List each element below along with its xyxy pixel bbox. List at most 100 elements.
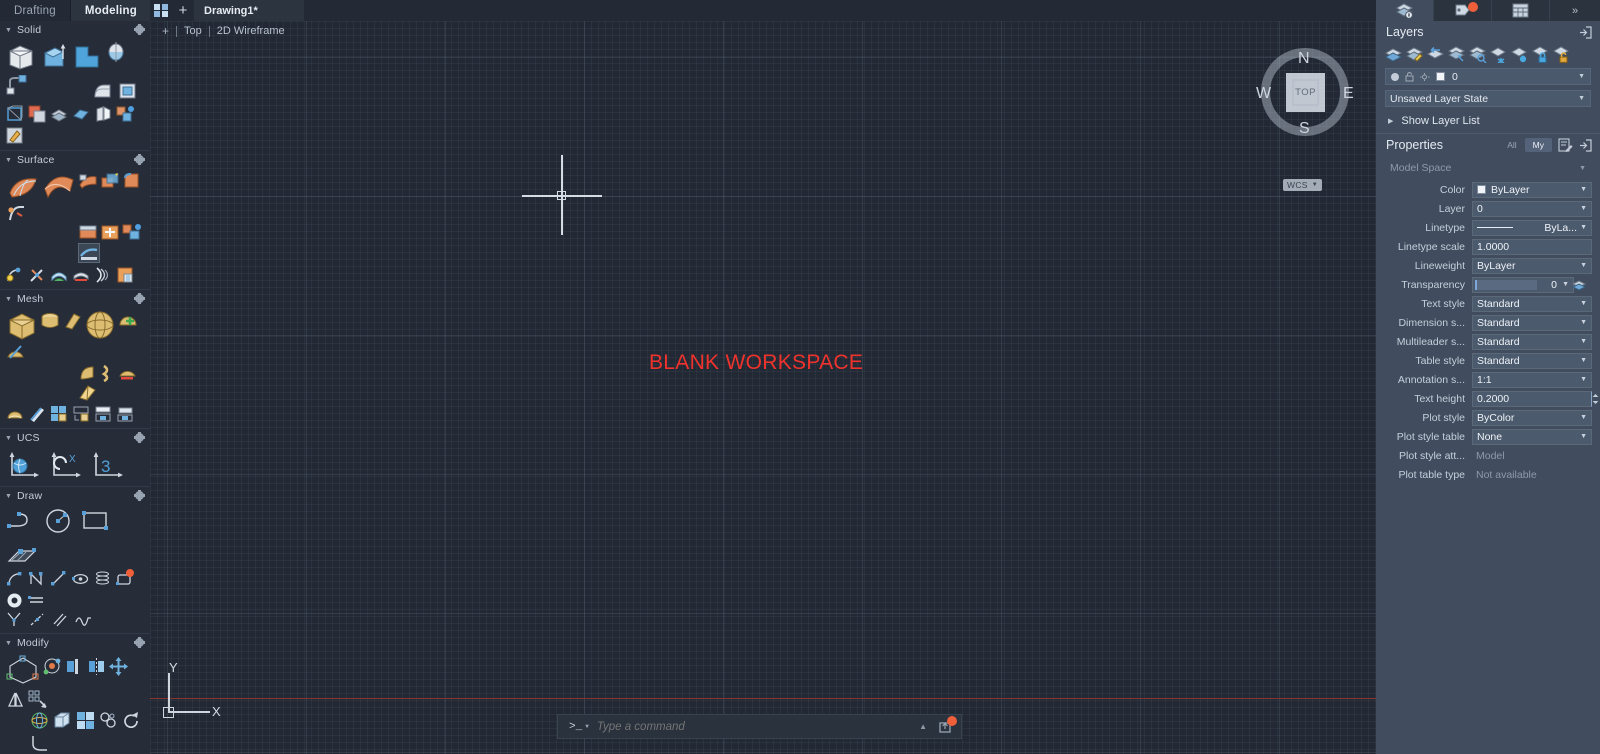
chevron-up-icon[interactable]: ▲ — [909, 722, 937, 731]
tab-layers-properties[interactable] — [1376, 0, 1434, 21]
draft-analysis-icon[interactable] — [94, 266, 112, 284]
layer-freeze-icon[interactable] — [1489, 46, 1508, 63]
property-value-text-style[interactable]: Standard ▼ — [1472, 295, 1592, 312]
spline-icon[interactable] — [75, 611, 92, 628]
layer-lock-icon[interactable] — [1531, 46, 1550, 63]
presspull-icon[interactable] — [72, 41, 102, 71]
property-value-transparency[interactable]: 0 ▼ — [1472, 276, 1574, 293]
command-prompt-icon[interactable]: >_ ▼ — [558, 721, 597, 733]
property-value-lineweight[interactable]: ByLayer ▼ — [1472, 257, 1592, 274]
gear-icon[interactable] — [133, 292, 145, 304]
layer-match-icon[interactable] — [1447, 46, 1466, 63]
ucs-rotate-axis-icon[interactable]: X — [48, 451, 82, 481]
property-value-plot-style-table[interactable]: None ▼ — [1472, 428, 1592, 445]
viewport-controls-button[interactable]: + — [160, 24, 176, 38]
mesh-cone-icon[interactable] — [78, 364, 97, 382]
chevron-down-icon[interactable]: ▼ — [1580, 300, 1587, 307]
grid-layout-icon[interactable] — [150, 0, 172, 21]
wcs-selector[interactable]: WCS ▼ — [1283, 179, 1322, 191]
union-icon[interactable] — [28, 105, 46, 123]
solid-edit-face-icon[interactable] — [76, 711, 95, 730]
ellipse-icon[interactable] — [72, 570, 89, 587]
property-value-layer[interactable]: 0 ▼ — [1472, 200, 1592, 217]
property-value-multileader-style[interactable]: Standard ▼ — [1472, 333, 1592, 350]
command-line[interactable]: >_ ▼ ▲ — [557, 714, 962, 739]
spinner-stepper-icon[interactable] — [1592, 393, 1599, 405]
3d-rotate-icon[interactable] — [43, 657, 62, 685]
extrude-face-icon[interactable] — [53, 711, 72, 730]
viewport-visualstyle-label[interactable]: 2D Wireframe — [208, 25, 292, 37]
tool-group-mesh-header[interactable]: ▼ Mesh — [0, 290, 150, 308]
chevron-double-right-icon[interactable]: » — [1550, 0, 1600, 21]
circle-icon[interactable] — [43, 508, 73, 534]
subtract-icon[interactable] — [50, 105, 68, 123]
mesh-wedge-icon[interactable] — [63, 311, 82, 340]
property-value-plot-style[interactable]: ByColor ▼ — [1472, 409, 1592, 426]
layer-state-selector[interactable]: Unsaved Layer State ▼ — [1385, 90, 1591, 107]
tool-group-modify-header[interactable]: ▼ Modify — [0, 634, 150, 652]
tool-group-surface-header[interactable]: ▼ Surface — [0, 151, 150, 169]
donut-icon[interactable] — [6, 592, 23, 609]
interfere-icon[interactable] — [116, 105, 134, 123]
chevron-down-icon[interactable]: ▼ — [1580, 376, 1587, 383]
chevron-down-icon[interactable]: ▼ — [1562, 281, 1569, 288]
tool-group-ucs-header[interactable]: ▼ UCS — [0, 429, 150, 447]
fillet-surface-icon[interactable] — [122, 172, 142, 201]
mesh-pyramid-icon[interactable] — [99, 364, 116, 382]
3d-align-icon[interactable] — [65, 657, 84, 685]
zebra-analysis-icon[interactable] — [72, 266, 90, 284]
chevron-down-icon[interactable]: ▼ — [1580, 262, 1587, 269]
compass-west-label[interactable]: W — [1256, 85, 1271, 103]
helix-icon[interactable] — [94, 570, 111, 587]
solid-edit-icon[interactable] — [6, 127, 24, 145]
trim-surface-icon[interactable] — [6, 204, 26, 222]
mesh-crease-icon[interactable] — [6, 343, 25, 363]
property-context-selector[interactable]: Model Space ▼ — [1385, 160, 1591, 176]
gear-icon[interactable] — [133, 153, 145, 165]
document-tab-drawing1[interactable]: Drawing1* — [194, 0, 304, 21]
mesh-sphere-icon[interactable] — [84, 310, 116, 340]
property-value-annotation-scale[interactable]: 1:1 ▼ — [1472, 371, 1592, 388]
3d-orbit-icon[interactable] — [30, 711, 49, 730]
3d-mirror-icon[interactable] — [87, 657, 106, 685]
layer-edit-icon[interactable] — [1405, 46, 1424, 63]
property-value-color[interactable]: ByLayer ▼ — [1472, 181, 1592, 198]
property-value-dimension-style[interactable]: Standard ▼ — [1472, 314, 1592, 331]
view-cube[interactable]: TOP — [1286, 73, 1325, 112]
parallel-line-icon[interactable] — [52, 611, 69, 628]
panel-detach-icon[interactable] — [1579, 25, 1592, 39]
view-compass[interactable]: TOP N S W E — [1243, 30, 1367, 154]
tab-annotation[interactable] — [1434, 0, 1492, 21]
arc-icon[interactable] — [6, 570, 23, 587]
transparency-slider[interactable] — [1475, 279, 1537, 290]
tab-modeling[interactable]: Modeling — [70, 0, 152, 21]
slice-icon[interactable] — [94, 105, 112, 123]
layer-off-icon[interactable] — [1510, 46, 1529, 63]
quick-properties-icon[interactable] — [1558, 138, 1573, 152]
chevron-down-icon[interactable]: ▼ — [1578, 95, 1585, 102]
drawing-viewport[interactable]: + Top 2D Wireframe BLANK WORKSPACE TOP N… — [150, 21, 1376, 754]
property-value-linetype-scale[interactable]: 1.0000 — [1472, 238, 1592, 255]
polysolid-icon[interactable] — [117, 81, 138, 101]
chevron-down-icon[interactable]: ▼ — [1580, 414, 1587, 421]
intersect-icon[interactable] — [72, 105, 90, 123]
gear-icon[interactable] — [133, 23, 145, 35]
box-solid-icon[interactable] — [6, 41, 36, 71]
chevron-down-icon[interactable]: ▼ — [1580, 224, 1587, 231]
surface-associativity-icon[interactable] — [116, 266, 134, 284]
transparency-layers-icon[interactable] — [1572, 279, 1586, 291]
tab-drafting[interactable]: Drafting — [0, 0, 71, 21]
filter-my-button[interactable]: My — [1524, 138, 1552, 152]
surface-untrim-icon[interactable] — [78, 243, 100, 263]
mesh-section-icon[interactable] — [94, 405, 112, 423]
chevron-down-icon[interactable]: ▼ — [1580, 205, 1587, 212]
solid-history-icon[interactable] — [6, 105, 24, 123]
current-layer-selector[interactable]: 0 ▼ — [1385, 68, 1591, 85]
compass-north-label[interactable]: N — [1298, 50, 1310, 68]
ray-icon[interactable] — [6, 611, 23, 628]
show-layer-list-toggle[interactable]: ▶ Show Layer List — [1376, 112, 1600, 133]
blend-surface-icon[interactable] — [42, 171, 76, 201]
mesh-box-icon[interactable] — [6, 310, 38, 340]
panel-detach-icon[interactable] — [1579, 138, 1592, 152]
convert-to-solid-icon[interactable] — [50, 405, 68, 423]
